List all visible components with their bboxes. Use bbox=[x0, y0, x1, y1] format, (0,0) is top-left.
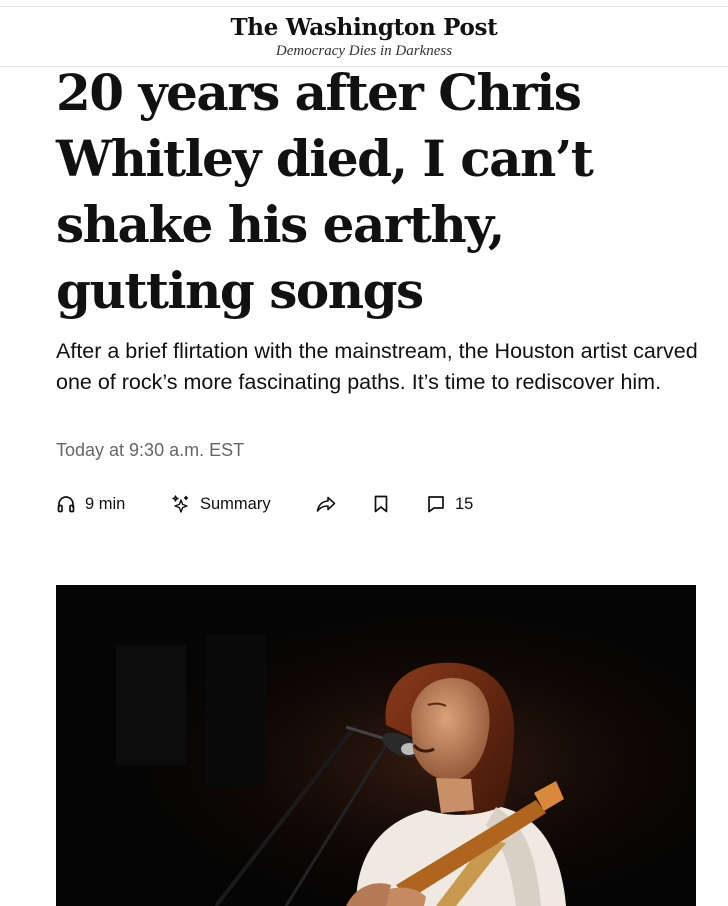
header-divider bbox=[0, 6, 728, 7]
sparkle-icon bbox=[171, 494, 191, 514]
comments-button[interactable]: 15 bbox=[426, 490, 473, 518]
article-timestamp: Today at 9:30 a.m. EST bbox=[56, 440, 245, 460]
bookmark-icon bbox=[372, 494, 390, 514]
headphones-icon bbox=[56, 494, 76, 514]
bookmark-button[interactable] bbox=[372, 490, 390, 518]
comment-count: 15 bbox=[455, 494, 474, 513]
comment-icon bbox=[426, 494, 446, 514]
site-tagline: Democracy Dies in Darkness bbox=[275, 43, 453, 59]
lead-photo-artwork bbox=[56, 585, 696, 906]
share-button[interactable] bbox=[315, 490, 337, 518]
site-header: The Washington Post Democracy Dies in Da… bbox=[0, 0, 728, 67]
article-headline: 20 years after Chris Whitley died, I can… bbox=[56, 63, 594, 320]
article-action-bar: 9 min Summary 15 bbox=[56, 490, 516, 518]
summary-label: Summary bbox=[200, 494, 271, 513]
lead-photo[interactable] bbox=[56, 585, 696, 906]
listen-duration-label: 9 min bbox=[85, 494, 126, 513]
summary-button[interactable]: Summary bbox=[171, 490, 271, 518]
article-dek: After a brief flirtation with the mainst… bbox=[56, 339, 698, 394]
listen-button[interactable]: 9 min bbox=[56, 490, 125, 518]
site-logo[interactable]: The Washington Post bbox=[0, 14, 728, 41]
share-icon bbox=[315, 494, 337, 514]
